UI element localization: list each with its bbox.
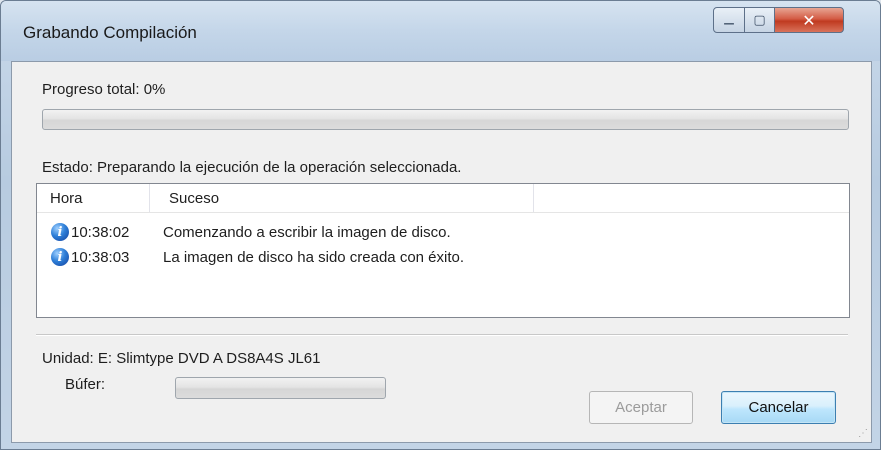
event-log-list[interactable]: Hora Suceso i 10:38:02 Comenzando a escr…: [36, 183, 850, 318]
maximize-button[interactable]: ▢: [744, 7, 775, 33]
buffer-progress-bar: [175, 377, 386, 399]
log-row[interactable]: i 10:38:03 La imagen de disco ha sido cr…: [51, 245, 464, 269]
column-divider[interactable]: [533, 184, 534, 212]
info-icon: i: [51, 248, 69, 266]
log-row[interactable]: i 10:38:02 Comenzando a escribir la imag…: [51, 220, 451, 244]
log-event: La imagen de disco ha sido creada con éx…: [163, 248, 465, 266]
column-divider[interactable]: [149, 184, 150, 212]
total-progress-label: Progreso total: 0%: [42, 81, 166, 98]
maximize-icon: ▢: [753, 12, 766, 28]
log-time: 10:38:02: [71, 223, 130, 241]
dialog-content: Progreso total: 0% Estado: Preparando la…: [11, 61, 872, 443]
log-header: Hora Suceso: [37, 184, 849, 213]
minimize-button[interactable]: —: [713, 7, 745, 33]
accept-button[interactable]: Aceptar: [589, 391, 693, 424]
divider: [36, 334, 848, 336]
drive-label: Unidad: E: Slimtype DVD A DS8A4S JL61: [42, 350, 321, 367]
log-event: Comenzando a escribir la imagen de disco…: [163, 223, 451, 241]
resize-grip-icon[interactable]: ⋰: [858, 428, 868, 439]
status-label: Estado: Preparando la ejecución de la op…: [42, 159, 462, 176]
burn-dialog-window: Grabando Compilación — ▢ ✕ Progreso tota…: [0, 0, 881, 450]
log-time: 10:38:03: [71, 248, 130, 266]
column-header-suceso[interactable]: Suceso: [169, 190, 219, 207]
minimize-icon: —: [723, 16, 735, 30]
column-header-hora[interactable]: Hora: [50, 190, 83, 207]
close-icon: ✕: [802, 10, 816, 30]
cancel-button[interactable]: Cancelar: [721, 391, 836, 424]
buffer-label: Búfer:: [65, 376, 106, 393]
total-progress-bar: [42, 109, 849, 130]
info-icon: i: [51, 223, 69, 241]
title-bar[interactable]: Grabando Compilación — ▢ ✕: [1, 1, 880, 61]
close-button[interactable]: ✕: [774, 7, 844, 33]
window-title: Grabando Compilación: [23, 23, 197, 42]
